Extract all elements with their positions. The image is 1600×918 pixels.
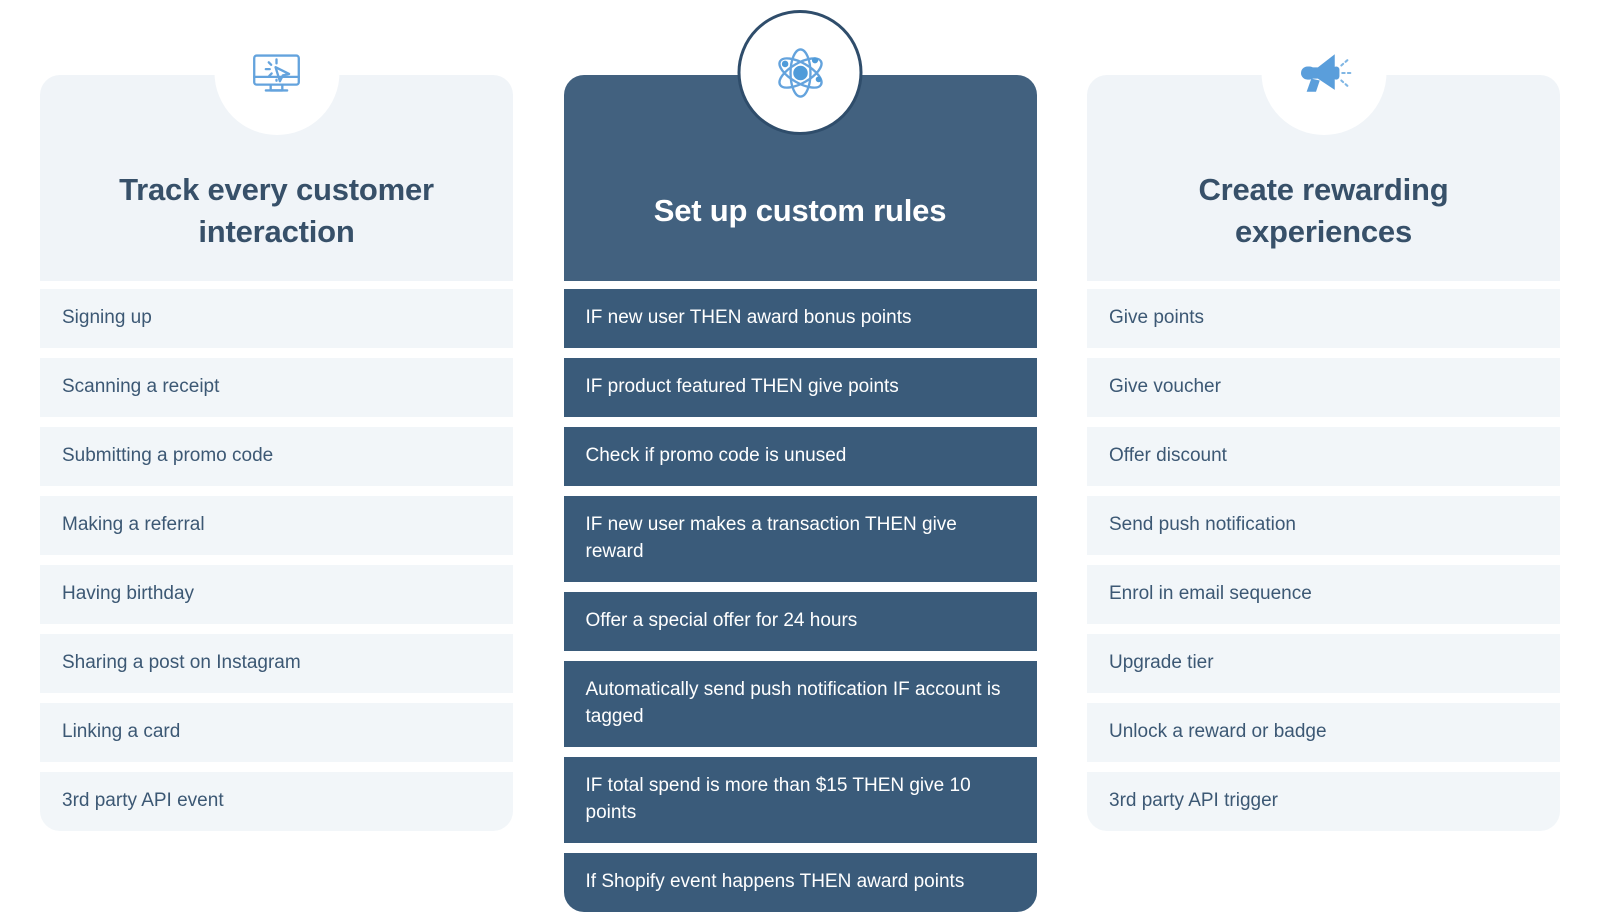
column-rules: Set up custom rules IF new user THEN awa… xyxy=(563,0,1037,912)
monitor-click-icon-badge xyxy=(214,10,339,135)
list-item[interactable]: Submitting a promo code xyxy=(40,426,513,486)
column-rewards: Create rewarding experiences Give points… xyxy=(1087,0,1560,831)
megaphone-icon-badge xyxy=(1261,10,1386,135)
list-item[interactable]: Signing up xyxy=(40,289,513,348)
megaphone-icon xyxy=(1294,43,1354,103)
list-item[interactable]: Upgrade tier xyxy=(1087,633,1560,693)
list-item[interactable]: IF new user THEN award bonus points xyxy=(563,289,1037,348)
list-item[interactable]: Give points xyxy=(1087,289,1560,348)
rewards-item-list: Give points Give voucher Offer discount … xyxy=(1087,289,1560,831)
list-item[interactable]: Automatically send push notification IF … xyxy=(563,660,1037,747)
column-title: Set up custom rules xyxy=(653,193,947,229)
column-title: Track every customer interaction xyxy=(119,172,434,249)
column-title: Create rewarding experiences xyxy=(1198,172,1449,249)
rules-item-list: IF new user THEN award bonus points IF p… xyxy=(563,289,1037,912)
list-item[interactable]: Sharing a post on Instagram xyxy=(40,633,513,693)
list-item[interactable]: Offer discount xyxy=(1087,426,1560,486)
list-item[interactable]: If Shopify event happens THEN award poin… xyxy=(563,852,1037,912)
list-item[interactable]: 3rd party API event xyxy=(40,771,513,831)
list-item[interactable]: 3rd party API trigger xyxy=(1087,771,1560,831)
atom-icon xyxy=(771,44,829,102)
list-item[interactable]: IF new user makes a transaction THEN giv… xyxy=(563,495,1037,582)
list-item[interactable]: Scanning a receipt xyxy=(40,357,513,417)
atom-icon-badge xyxy=(737,10,863,135)
three-column-feature-board: Track every customer interaction Signing… xyxy=(0,0,1600,918)
list-item[interactable]: Give voucher xyxy=(1087,357,1560,417)
list-item[interactable]: IF product featured THEN give points xyxy=(563,357,1037,417)
list-item[interactable]: Linking a card xyxy=(40,702,513,762)
list-item[interactable]: Send push notification xyxy=(1087,495,1560,555)
list-item[interactable]: IF total spend is more than $15 THEN giv… xyxy=(563,756,1037,843)
list-item[interactable]: Making a referral xyxy=(40,495,513,555)
track-item-list: Signing up Scanning a receipt Submitting… xyxy=(40,289,513,831)
list-item[interactable]: Unlock a reward or badge xyxy=(1087,702,1560,762)
list-item[interactable]: Offer a special offer for 24 hours xyxy=(563,591,1037,651)
monitor-click-icon xyxy=(246,42,308,104)
column-track: Track every customer interaction Signing… xyxy=(40,0,513,831)
list-item[interactable]: Enrol in email sequence xyxy=(1087,564,1560,624)
list-item[interactable]: Check if promo code is unused xyxy=(563,426,1037,486)
list-item[interactable]: Having birthday xyxy=(40,564,513,624)
